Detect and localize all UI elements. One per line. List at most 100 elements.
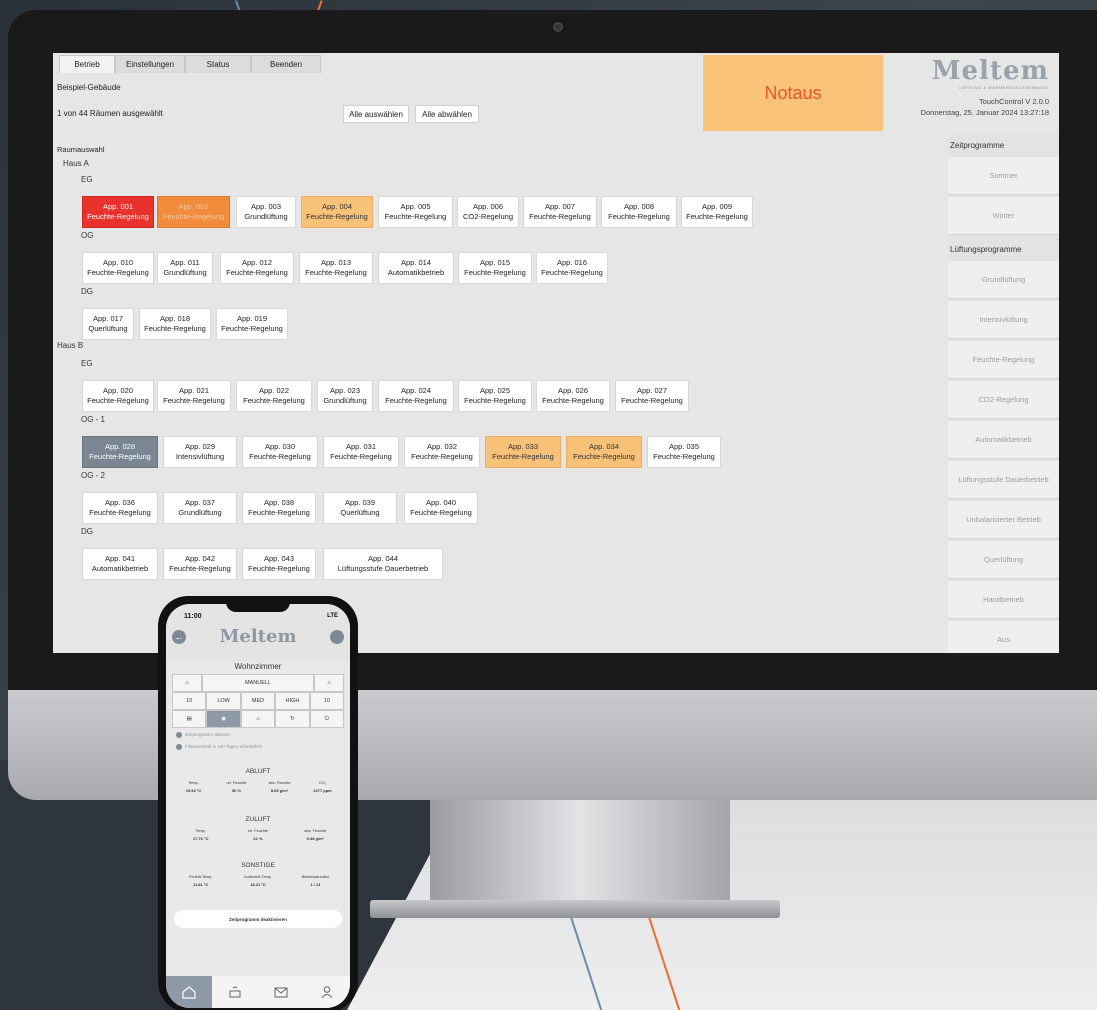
level-button[interactable]: 10	[172, 692, 207, 710]
level-button[interactable]: LOW	[206, 692, 241, 710]
room-button[interactable]: App. 040 Feuchte-Regelung	[404, 492, 478, 524]
room-name: App. 003	[250, 202, 282, 211]
room-button[interactable]: App. 013 Feuchte-Regelung	[299, 252, 373, 284]
profile-nav-icon[interactable]	[304, 976, 350, 1008]
room-button[interactable]: App. 001 Feuchte-Regelung	[82, 196, 154, 228]
room-button[interactable]: App. 021 Feuchte-Regelung	[157, 380, 231, 412]
room-button[interactable]: App. 017 Querlüftung	[82, 308, 134, 340]
time-program-button[interactable]: Winter	[948, 197, 1059, 235]
house-exhaust-icon[interactable]: ⌂	[172, 674, 202, 692]
phone-screen: 11:00 LTE ← Meltem Wohnzimmer ⌂ MANUELL …	[166, 604, 350, 1008]
room-button[interactable]: App. 003 Grundlüftung	[236, 196, 296, 228]
room-button[interactable]: App. 015 Feuchte-Regelung	[458, 252, 532, 284]
room-button[interactable]: App. 018 Feuchte-Regelung	[139, 308, 211, 340]
room-button[interactable]: App. 006 CO2-Regelung	[457, 196, 519, 228]
room-button[interactable]: App. 035 Feuchte-Regelung	[647, 436, 721, 468]
datetime-label: Donnerstag, 25. Januar 2024 13:27:18	[920, 108, 1049, 117]
vent-program-button[interactable]: Lüftungsstufe Dauerbetrieb	[948, 461, 1059, 499]
room-button[interactable]: App. 016 Feuchte-Regelung	[536, 252, 608, 284]
level-button[interactable]: HIGH	[275, 692, 310, 710]
tab-einstellungen[interactable]: Einstellungen	[115, 55, 185, 73]
room-button[interactable]: App. 008 Feuchte-Regelung	[601, 196, 677, 228]
house-b-label: Haus B	[57, 341, 84, 350]
value-number: 17.76 °C	[192, 836, 209, 841]
vent-program-button[interactable]: Grundlüftung	[948, 261, 1059, 299]
room-name: App. 040	[425, 498, 457, 507]
level-button[interactable]: 10	[309, 692, 345, 710]
room-button[interactable]: App. 028 Feuchte-Regelung	[82, 436, 158, 468]
room-button[interactable]: App. 036 Feuchte-Regelung	[82, 492, 158, 524]
room-mode: Intensivlüftung	[175, 452, 225, 461]
room-mode: Feuchte-Regelung	[248, 564, 310, 573]
vent-program-button[interactable]: Handbetrieb	[948, 581, 1059, 619]
vent-program-button[interactable]: Feuchte-Regelung	[948, 341, 1059, 379]
room-button[interactable]: App. 042 Feuchte-Regelung	[163, 548, 237, 580]
vent-program-button[interactable]: Querlüftung	[948, 541, 1059, 579]
level-button[interactable]: MED	[240, 692, 276, 710]
deactivate-program-button[interactable]: Zeitprogramm deaktivieren	[174, 910, 342, 928]
vent-program-button[interactable]: Aus	[948, 621, 1059, 653]
home-nav-icon[interactable]	[166, 976, 212, 1008]
emergency-stop-button[interactable]: Notaus	[703, 55, 883, 131]
room-button[interactable]: App. 044 Lüftungsstufe Dauerbetrieb	[323, 548, 443, 580]
mode-display[interactable]: MANUELL	[202, 674, 314, 692]
vent-program-button[interactable]: Unbalancierter Betrieb	[948, 501, 1059, 539]
room-mode: Feuchte-Regelung	[621, 396, 683, 405]
house-supply-icon[interactable]: ⌂	[314, 674, 344, 692]
room-button[interactable]: App. 014 Automatikbetrieb	[378, 252, 454, 284]
tab-betrieb[interactable]: Betrieb	[59, 55, 115, 73]
time-program-button[interactable]: Sommer	[948, 157, 1059, 195]
room-button[interactable]: App. 038 Feuchte-Regelung	[242, 492, 316, 524]
power-icon[interactable]: ⏻	[309, 710, 345, 728]
room-button[interactable]: App. 037 Grundlüftung	[163, 492, 237, 524]
room-button[interactable]: App. 039 Querlüftung	[323, 492, 397, 524]
room-button[interactable]: App. 033 Feuchte-Regelung	[485, 436, 561, 468]
room-name: App. 013	[320, 258, 352, 267]
room-button[interactable]: App. 030 Feuchte-Regelung	[242, 436, 318, 468]
room-mode: Feuchte-Regelung	[248, 508, 310, 517]
value-cell: Betriebsstunden 1 / 13	[287, 874, 344, 888]
room-button[interactable]: App. 043 Feuchte-Regelung	[242, 548, 316, 580]
room-button[interactable]: App. 020 Feuchte-Regelung	[82, 380, 154, 412]
room-button[interactable]: App. 027 Feuchte-Regelung	[615, 380, 689, 412]
room-button[interactable]: App. 012 Feuchte-Regelung	[220, 252, 294, 284]
home-icon[interactable]: ⌂	[240, 710, 276, 728]
value-cell: Fortluft-Temp. 11.81 °C	[172, 874, 229, 888]
vent-program-button[interactable]: Intensivlüftung	[948, 301, 1059, 339]
touchcontrol-screen: Betrieb Einstellungen Status Beenden Bei…	[53, 53, 1059, 653]
info-time-program: Zeitprogramm aktiviert	[176, 732, 230, 738]
mail-nav-icon[interactable]	[258, 976, 304, 1008]
room-button[interactable]: App. 023 Grundlüftung	[317, 380, 373, 412]
value-cell: rel. Feuchte 50 %	[215, 780, 258, 794]
room-button[interactable]: App. 005 Feuchte-Regelung	[378, 196, 453, 228]
room-button[interactable]: App. 004 Feuchte-Regelung	[301, 196, 373, 228]
timer-icon[interactable]: ↻	[275, 710, 310, 728]
room-button[interactable]: App. 019 Feuchte-Regelung	[216, 308, 288, 340]
room-button[interactable]: App. 041 Automatikbetrieb	[82, 548, 158, 580]
room-button[interactable]: App. 011 Grundlüftung	[157, 252, 213, 284]
tab-beenden[interactable]: Beenden	[251, 55, 321, 73]
device-nav-icon[interactable]	[212, 976, 258, 1008]
vent-program-button[interactable]: CO2-Regelung	[948, 381, 1059, 419]
room-button[interactable]: App. 025 Feuchte-Regelung	[458, 380, 532, 412]
room-button[interactable]: App. 034 Feuchte-Regelung	[566, 436, 642, 468]
room-mode: Automatikbetrieb	[387, 268, 445, 277]
tab-status[interactable]: Status	[185, 55, 251, 73]
room-button[interactable]: App. 009 Feuchte-Regelung	[681, 196, 753, 228]
deselect-all-button[interactable]: Alle abwählen	[415, 105, 479, 123]
room-button[interactable]: App. 024 Feuchte-Regelung	[378, 380, 454, 412]
room-button[interactable]: App. 029 Intensivlüftung	[163, 436, 237, 468]
room-button[interactable]: App. 032 Feuchte-Regelung	[404, 436, 480, 468]
vent-program-button[interactable]: Automatikbetrieb	[948, 421, 1059, 459]
value-label: Betriebsstunden	[301, 875, 330, 879]
room-button[interactable]: App. 010 Feuchte-Regelung	[82, 252, 154, 284]
room-button[interactable]: App. 026 Feuchte-Regelung	[536, 380, 610, 412]
room-button[interactable]: App. 022 Feuchte-Regelung	[236, 380, 312, 412]
tab-bar: Betrieb Einstellungen Status Beenden	[59, 55, 321, 73]
device-icon[interactable]: ▤	[172, 710, 207, 728]
room-button[interactable]: App. 007 Feuchte-Regelung	[523, 196, 597, 228]
room-button[interactable]: App. 002 Feuchte-Regelung	[157, 196, 230, 228]
room-button[interactable]: App. 031 Feuchte-Regelung	[323, 436, 399, 468]
fan-icon[interactable]: ◉	[206, 710, 241, 728]
select-all-button[interactable]: Alle auswählen	[343, 105, 409, 123]
